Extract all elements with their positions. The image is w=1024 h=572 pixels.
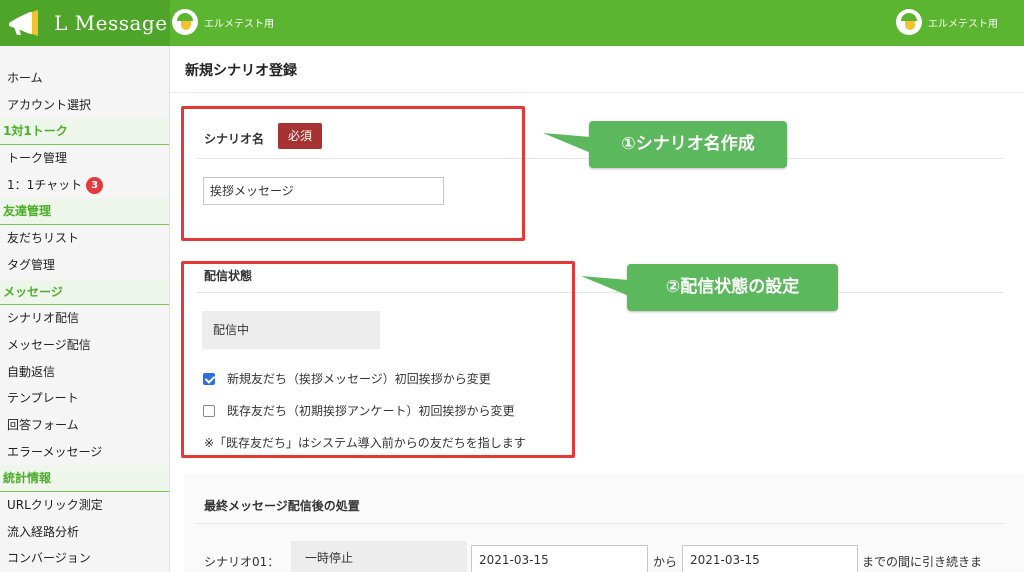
sidebar-item-label: タグ管理 xyxy=(7,257,56,272)
sidebar-item-label: 自動返信 xyxy=(7,364,56,379)
section-divider xyxy=(196,523,1004,524)
highlight-box-delivery-status xyxy=(181,261,575,458)
sidebar-item-label: ホーム xyxy=(7,71,43,85)
sidebar-item[interactable]: URLクリック測定 xyxy=(0,492,169,519)
sidebar-item[interactable]: タグ管理 xyxy=(0,252,169,279)
sidebar-item-label: 1：1チャット xyxy=(7,177,83,192)
sidebar-section-heading: 友達管理 xyxy=(0,198,169,226)
sidebar-item[interactable]: アカウント選択 xyxy=(0,92,169,119)
account-switcher[interactable]: エルメテスト用 xyxy=(172,9,274,35)
date-to-input[interactable]: 2021-03-15 xyxy=(682,545,858,572)
sidebar-item[interactable]: 自動返信 xyxy=(0,359,169,386)
sidebar-item-label: URLクリック測定 xyxy=(7,498,103,512)
sidebar-item-label: アカウント選択 xyxy=(7,97,92,112)
sidebar-menu: ホームアカウント選択 1対1トーク トーク管理 1：1チャット 3 友達管理友だちリストタ… xyxy=(0,65,169,572)
continue-text: までの間に引き続きま xyxy=(862,555,983,569)
sidebar-item[interactable]: 友だちリスト xyxy=(0,225,169,252)
account-name: エルメテスト用 xyxy=(928,18,998,30)
sidebar-item-label: エラーメッセージ xyxy=(7,444,103,459)
sidebar-item[interactable]: 回答フォーム xyxy=(0,412,169,439)
sidebar-item-label: 統計情報 xyxy=(3,471,52,486)
brand[interactable]: L Message xyxy=(0,0,170,46)
after-delivery-label: 最終メッセージ配信後の処置 xyxy=(204,499,360,513)
brand-name: L Message xyxy=(54,11,168,35)
megaphone-logo-icon xyxy=(9,10,38,36)
account-menu[interactable]: エルメテスト用 xyxy=(896,9,998,35)
page-title: 新規シナリオ登録 xyxy=(185,63,297,79)
sidebar-item[interactable]: 1：1チャット 3 xyxy=(0,172,169,199)
date-from-input[interactable]: 2021-03-15 xyxy=(471,545,648,572)
top-bar: L Message エルメテスト用 エルメテスト用 xyxy=(0,0,1024,46)
sidebar-item-label: コンバージョン xyxy=(7,551,91,566)
unread-count-badge: 3 xyxy=(86,176,104,194)
account-avatar-icon xyxy=(896,9,922,35)
sidebar-item-label: メッセージ xyxy=(3,284,63,299)
sidebar-section-heading: 統計情報 xyxy=(0,465,169,492)
sidebar-item-label: 友達管理 xyxy=(3,204,52,219)
sidebar: ホームアカウント選択 1対1トーク トーク管理 1：1チャット 3 友達管理友だちリストタ… xyxy=(0,46,170,572)
sidebar-item[interactable]: コンバージョン xyxy=(0,545,169,572)
sidebar-section-heading: 1対1トーク xyxy=(0,118,169,146)
scenario-row-label: シナリオ01： xyxy=(204,555,280,569)
sidebar-item[interactable]: 流入経路分析 xyxy=(0,519,169,546)
sidebar-item-label: 流入経路分析 xyxy=(7,524,80,539)
sidebar-item-label: 友だちリスト xyxy=(7,231,80,246)
sidebar-item-label: 1対1トーク xyxy=(3,124,68,139)
from-text: から xyxy=(653,555,678,569)
after-action-select[interactable]: 一時停止 xyxy=(291,541,467,572)
sidebar-item[interactable]: メッセージ配信 xyxy=(0,332,169,359)
sidebar-item[interactable]: エラーメッセージ xyxy=(0,439,169,466)
sidebar-item[interactable]: ホーム xyxy=(0,65,169,92)
sidebar-item-label: 回答フォーム xyxy=(7,417,79,432)
account-avatar-icon xyxy=(172,9,198,35)
sidebar-item[interactable]: トーク管理 xyxy=(0,145,169,172)
title-divider xyxy=(171,92,1024,93)
sidebar-item-label: シナリオ配信 xyxy=(7,311,80,326)
account-name: エルメテスト用 xyxy=(204,18,274,30)
sidebar-item-label: トーク管理 xyxy=(7,151,68,166)
callout-scenario-name: ①シナリオ名作成 xyxy=(589,121,787,168)
sidebar-section-heading: メッセージ xyxy=(0,278,169,306)
sidebar-item-label: メッセージ配信 xyxy=(7,337,91,352)
sidebar-item-label: テンプレート xyxy=(7,391,79,406)
callout-delivery-status: ②配信状態の設定 xyxy=(627,264,838,311)
sidebar-item[interactable]: テンプレート xyxy=(0,385,169,412)
highlight-box-scenario-name xyxy=(181,106,525,241)
sidebar-item[interactable]: シナリオ配信 xyxy=(0,305,169,332)
